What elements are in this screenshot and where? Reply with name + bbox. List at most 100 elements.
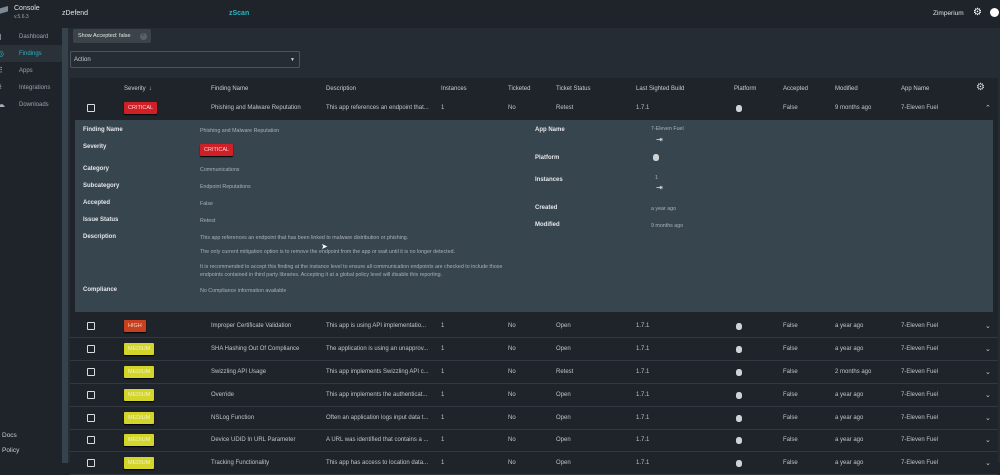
column-header[interactable]: Finding Name <box>211 86 248 92</box>
app-title: Console <box>14 5 40 12</box>
open-link-icon[interactable]: ⇥ <box>656 183 663 192</box>
row-checkbox[interactable] <box>87 414 95 422</box>
sidebar-item-dashboard[interactable]: ▮Dashboard <box>0 28 62 45</box>
detail-issue-status: Retest <box>200 218 216 224</box>
chevron-down-icon[interactable]: ⌄ <box>985 414 991 422</box>
row-checkbox[interactable] <box>87 322 95 330</box>
modified: a year ago <box>835 437 864 443</box>
table-cell <box>736 338 742 360</box>
user-name[interactable]: Zimperium <box>933 10 964 17</box>
chevron-down-icon[interactable]: ⌄ <box>985 322 991 330</box>
module-name[interactable]: zScan <box>229 10 249 17</box>
column-header-label: Ticketed <box>508 86 531 92</box>
column-header[interactable]: Instances <box>441 86 467 92</box>
table-cell: MEDIUM <box>124 452 155 474</box>
gear-icon[interactable]: ⚙ <box>973 7 982 18</box>
table-cell: Phishing and Malware Reputation <box>211 97 301 119</box>
table-cell: a year ago <box>835 452 863 474</box>
table-cell: False <box>783 452 798 474</box>
table-cell: Open <box>556 452 571 474</box>
ticket-status: Open <box>556 323 571 329</box>
sidebar-item-policy[interactable]: Policy <box>2 447 19 454</box>
column-header[interactable]: Ticket Status <box>556 86 590 92</box>
last-sighted-build: 1.7.1 <box>636 323 650 329</box>
table-cell: Device UDID In URL Parameter <box>211 429 295 451</box>
description: This app is using API implementatio... <box>326 323 427 329</box>
sidebar-item-apps[interactable]: ⠿Apps <box>0 62 62 79</box>
app-name: 7-Eleven Fuel <box>901 369 939 375</box>
table-cell: ⌄ <box>985 338 991 360</box>
table-row[interactable]: CRITICAL Phishing and Malware Reputation T… <box>70 97 998 120</box>
filter-chip[interactable]: Show Accepted: false × <box>73 29 151 43</box>
close-icon[interactable]: × <box>139 32 147 40</box>
table-cell: 1.7.1 <box>636 384 649 406</box>
chevron-down-icon[interactable]: ⌄ <box>985 368 991 376</box>
table-row[interactable]: MEDIUM Override This app implements the au… <box>70 384 998 407</box>
action-select[interactable]: Action ▼ <box>70 51 300 68</box>
modified: a year ago <box>835 415 864 421</box>
column-header[interactable]: Accepted <box>783 86 808 92</box>
column-header[interactable]: Platform <box>734 86 756 92</box>
column-header[interactable]: Last Sighted Build <box>636 86 684 92</box>
sidebar-item-findings[interactable]: ◎ Findings <box>0 45 62 62</box>
chevron-up-icon[interactable]: ⌃ <box>985 104 991 112</box>
table-row[interactable]: MEDIUM SHA Hashing Out Of Compliance The a… <box>70 338 998 361</box>
modified: a year ago <box>835 392 864 398</box>
row-checkbox[interactable] <box>87 459 95 467</box>
table-cell: a year ago <box>835 384 863 406</box>
table-cell: 7-Eleven Fuel <box>901 361 938 383</box>
detail-label: Created <box>535 205 558 211</box>
table-cell: This app implements the authenticat... <box>326 384 427 406</box>
open-link-icon[interactable]: ⇥ <box>656 135 663 144</box>
column-header[interactable]: Modified <box>835 86 858 92</box>
column-header[interactable]: Severity ↓ <box>124 86 152 92</box>
finding-name: Swizzling API Usage <box>211 369 267 375</box>
column-header-label: Platform <box>734 86 757 92</box>
apple-icon <box>736 345 742 353</box>
column-header[interactable]: App Name <box>901 86 929 92</box>
instances: 1 <box>441 415 445 421</box>
table-row[interactable]: MEDIUM Device UDID In URL Parameter A URL … <box>70 429 998 452</box>
table-cell: 1.7.1 <box>636 452 649 474</box>
product-name[interactable]: zDefend <box>62 10 88 17</box>
row-checkbox[interactable] <box>87 104 95 112</box>
last-sighted-build: 1.7.1 <box>636 392 650 398</box>
table-row[interactable]: MEDIUM Tracking Functionality This app has… <box>70 452 998 475</box>
sidebar-item-downloads[interactable]: ☁ Downloads <box>0 96 62 113</box>
sidebar-item-docs[interactable]: Docs <box>2 432 17 439</box>
table-cell: False <box>783 429 798 451</box>
ticketed: No <box>508 105 516 111</box>
grid-icon: ⠿ <box>0 66 5 75</box>
chevron-down-icon[interactable]: ⌄ <box>985 436 991 444</box>
severity-badge: HIGH <box>124 320 146 332</box>
last-sighted-build: 1.7.1 <box>636 437 650 443</box>
account-icon[interactable] <box>990 8 999 17</box>
row-checkbox[interactable] <box>87 391 95 399</box>
mouse-cursor-icon: ➤ <box>321 242 328 251</box>
chevron-down-icon[interactable]: ⌄ <box>985 345 991 353</box>
detail-label: Severity <box>83 144 107 150</box>
description: This app references an endpoint that... <box>326 105 429 111</box>
column-header[interactable]: Ticketed <box>508 86 530 92</box>
instances: 1 <box>441 369 445 375</box>
table-cell: 1.7.1 <box>636 429 649 451</box>
sidebar-item-integrations[interactable]: #Integrations <box>0 79 62 96</box>
chevron-down-icon[interactable]: ⌄ <box>985 391 991 399</box>
modified: a year ago <box>835 323 864 329</box>
table-row[interactable]: MEDIUM NSLog Function Often an application… <box>70 407 998 430</box>
column-settings-gear-icon[interactable]: ⚙ <box>976 82 985 93</box>
instances: 1 <box>441 460 445 466</box>
row-checkbox[interactable] <box>87 368 95 376</box>
row-checkbox[interactable] <box>87 345 95 353</box>
chevron-down-icon[interactable]: ⌄ <box>985 459 991 467</box>
detail-label: Modified <box>535 222 560 228</box>
table-cell <box>87 407 95 429</box>
table-row[interactable]: HIGH Improper Certificate Validation This … <box>70 315 998 338</box>
row-checkbox[interactable] <box>87 436 95 444</box>
table-row[interactable]: MEDIUM Swizzling API Usage This app implem… <box>70 361 998 384</box>
column-header-label: Description <box>326 86 357 92</box>
table-cell: This app implements Swizzling API c... <box>326 361 429 383</box>
column-header[interactable]: Description <box>326 86 356 92</box>
sort-arrow-icon[interactable]: ↓ <box>149 86 152 92</box>
finding-name: Device UDID In URL Parameter <box>211 437 296 443</box>
